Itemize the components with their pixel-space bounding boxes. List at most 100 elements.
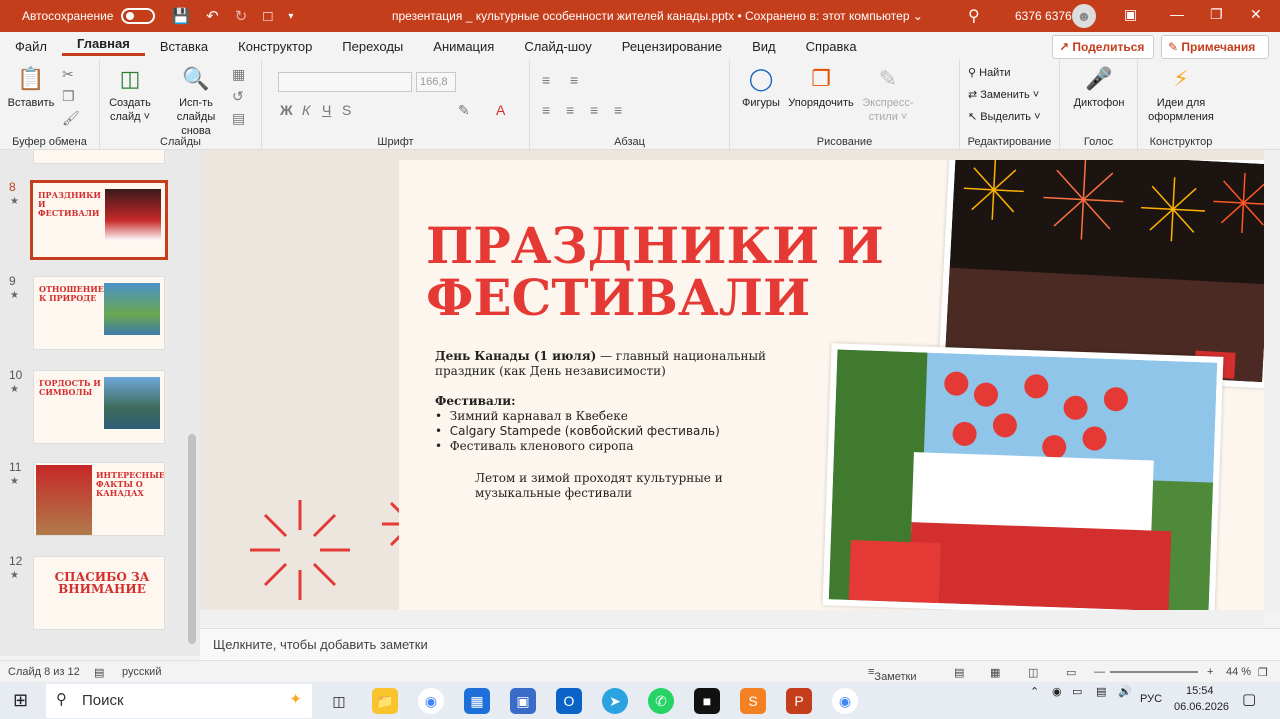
bullets-icon[interactable]: ≡ xyxy=(542,72,550,88)
redo-icon[interactable]: ↻ xyxy=(235,7,248,25)
save-icon[interactable]: 💾 xyxy=(171,7,190,25)
slide-sorter-icon[interactable]: ▦ xyxy=(990,666,1000,679)
underline-icon[interactable]: Ч xyxy=(322,102,331,118)
horizontal-scrollbar[interactable] xyxy=(200,610,1264,626)
highlight-icon[interactable]: ✎ xyxy=(458,102,470,119)
tray-overflow-icon[interactable]: ⌃ xyxy=(1030,685,1039,698)
comments-button[interactable]: ✎ Примечания xyxy=(1161,35,1269,59)
slide-body-text[interactable]: День Канады (1 июля) — главный националь… xyxy=(435,349,775,454)
tab-design[interactable]: Конструктор xyxy=(223,39,327,54)
notifications-icon[interactable]: ▢ xyxy=(1242,690,1256,708)
format-painter-icon[interactable]: 🖌 xyxy=(62,110,80,127)
normal-view-icon[interactable]: ▤ xyxy=(954,666,964,679)
whatsapp-icon[interactable]: ✆ xyxy=(648,688,674,714)
cut-icon[interactable]: ✂ xyxy=(62,66,74,83)
minimize-icon[interactable]: — xyxy=(1170,6,1184,22)
tab-animations[interactable]: Анимация xyxy=(418,39,509,54)
app-icon[interactable]: ■ xyxy=(694,688,720,714)
undo-icon[interactable]: ↶ xyxy=(206,7,219,25)
italic-icon[interactable]: К xyxy=(302,102,310,118)
align-center-icon[interactable]: ≡ xyxy=(566,102,574,118)
chrome-icon[interactable]: ◉ xyxy=(418,688,444,714)
thumbnail-scrollbar-thumb[interactable] xyxy=(188,434,196,644)
slide-thumbnail-11[interactable]: ИНТЕРЕСНЫЕ ФАКТЫ О КАНАДАХ xyxy=(33,462,165,536)
dictate-button[interactable]: 🎤 Диктофон xyxy=(1068,66,1130,110)
slide-thumbnail-7[interactable] xyxy=(33,150,165,164)
zoom-in-icon[interactable]: + xyxy=(1207,666,1213,678)
numbering-icon[interactable]: ≡ xyxy=(570,72,578,88)
tab-help[interactable]: Справка xyxy=(791,39,872,54)
outlook-icon[interactable]: O xyxy=(556,688,582,714)
reading-view-icon[interactable]: ◫ xyxy=(1028,666,1038,679)
new-slide-button[interactable]: ◫ Создать слайд ˅ xyxy=(106,66,154,124)
align-left-icon[interactable]: ≡ xyxy=(542,102,550,118)
justify-icon[interactable]: ≡ xyxy=(614,102,622,118)
tab-slideshow[interactable]: Слайд-шоу xyxy=(509,39,606,54)
chrome-profile-icon[interactable]: ◉ xyxy=(832,688,858,714)
slide-summary-text[interactable]: Летом и зимой проходят культурные и музы… xyxy=(475,471,775,501)
bold-icon[interactable]: Ж xyxy=(280,102,293,118)
task-view-icon[interactable]: ◫ xyxy=(326,688,352,714)
strikethrough-icon[interactable]: S xyxy=(342,102,351,118)
copy-icon[interactable]: ❐ xyxy=(62,88,75,105)
tab-home[interactable]: Главная xyxy=(61,36,145,56)
telegram-icon[interactable]: ➤ xyxy=(602,688,628,714)
font-family-select[interactable] xyxy=(278,72,412,92)
network-icon[interactable]: ▤ xyxy=(1096,685,1106,698)
wifi-icon[interactable]: ◉ xyxy=(1052,685,1062,698)
layout-icon[interactable]: ▦ xyxy=(232,66,245,83)
close-icon[interactable]: ✕ xyxy=(1250,6,1262,23)
keyboard-language[interactable]: РУС xyxy=(1140,693,1162,705)
customize-qat-icon[interactable]: ▾ xyxy=(288,11,293,22)
store-icon[interactable]: ▦ xyxy=(464,688,490,714)
arrange-button[interactable]: ❐ Упорядочить xyxy=(786,66,856,110)
remote-desktop-icon[interactable]: ▣ xyxy=(510,688,536,714)
file-explorer-icon[interactable]: 📁 xyxy=(372,688,398,714)
parade-photo[interactable] xyxy=(822,343,1224,610)
maximize-icon[interactable]: ❐ xyxy=(1210,6,1223,23)
windows-start-icon[interactable]: ⊞ xyxy=(13,690,28,711)
replace-button[interactable]: ⇄ Заменить ˅ xyxy=(968,88,1039,102)
clock-time[interactable]: 15:54 xyxy=(1186,685,1214,697)
search-icon[interactable]: ⚲ xyxy=(968,6,980,26)
zoom-slider[interactable] xyxy=(1110,671,1198,673)
sublime-icon[interactable]: S xyxy=(740,688,766,714)
volume-icon[interactable]: 🔊 xyxy=(1118,685,1132,698)
clock-date[interactable]: 06.06.2026 xyxy=(1174,701,1229,713)
share-button[interactable]: ↗ Поделиться xyxy=(1052,35,1154,59)
battery-icon[interactable]: ▭ xyxy=(1072,685,1082,698)
autosave-toggle[interactable] xyxy=(121,8,156,24)
accessibility-icon[interactable]: ▤ xyxy=(94,666,104,679)
slide-thumbnail-12[interactable]: СПАСИБО ЗА ВНИМАНИЕ xyxy=(33,556,165,630)
zoom-level[interactable]: 44 % xyxy=(1226,666,1251,678)
font-size-select[interactable]: 166,8 xyxy=(416,72,456,92)
align-right-icon[interactable]: ≡ xyxy=(590,102,598,118)
slideshow-view-icon[interactable]: ▭ xyxy=(1066,666,1076,679)
select-button[interactable]: ↖ Выделить ˅ xyxy=(968,110,1041,124)
shapes-button[interactable]: ◯ Фигуры xyxy=(738,66,784,110)
font-color-icon[interactable]: A xyxy=(496,102,505,118)
notes-pane[interactable]: Щелкните, чтобы добавить заметки xyxy=(200,628,1280,660)
reset-icon[interactable]: ↺ xyxy=(232,88,244,105)
taskbar-search-box[interactable]: ⚲ Поиск ✦ xyxy=(46,684,312,718)
tab-file[interactable]: Файл xyxy=(0,39,62,54)
tab-view[interactable]: Вид xyxy=(737,39,791,54)
reuse-slides-button[interactable]: 🔍 Исп-ть слайды снова xyxy=(164,66,228,138)
tab-review[interactable]: Рецензирование xyxy=(607,39,737,54)
find-button[interactable]: ⚲ Найти xyxy=(968,66,1011,80)
quick-styles-button[interactable]: ✎ Экспресс-стили ˅ xyxy=(858,66,918,124)
language-indicator[interactable]: русский xyxy=(122,666,161,678)
zoom-out-icon[interactable]: — xyxy=(1094,666,1105,678)
avatar[interactable]: ☻ xyxy=(1072,4,1096,28)
section-icon[interactable]: ▤ xyxy=(232,110,245,127)
slide-thumbnail-9[interactable]: ОТНОШЕНИЕ К ПРИРОДЕ xyxy=(33,276,165,350)
user-name[interactable]: 6376 6376 xyxy=(1015,9,1072,23)
slide-title[interactable]: ПРАЗДНИКИ И ФЕСТИВАЛИ xyxy=(426,220,884,324)
paste-button[interactable]: 📋 Вставить xyxy=(6,66,56,110)
tab-transitions[interactable]: Переходы xyxy=(327,39,418,54)
fit-to-window-icon[interactable]: ❐ xyxy=(1258,666,1268,679)
tab-insert[interactable]: Вставка xyxy=(145,39,223,54)
vertical-scrollbar[interactable] xyxy=(1264,150,1280,610)
designer-button[interactable]: ⚡ Идеи для оформления xyxy=(1142,66,1220,124)
ribbon-display-icon[interactable]: ▣ xyxy=(1124,6,1137,23)
